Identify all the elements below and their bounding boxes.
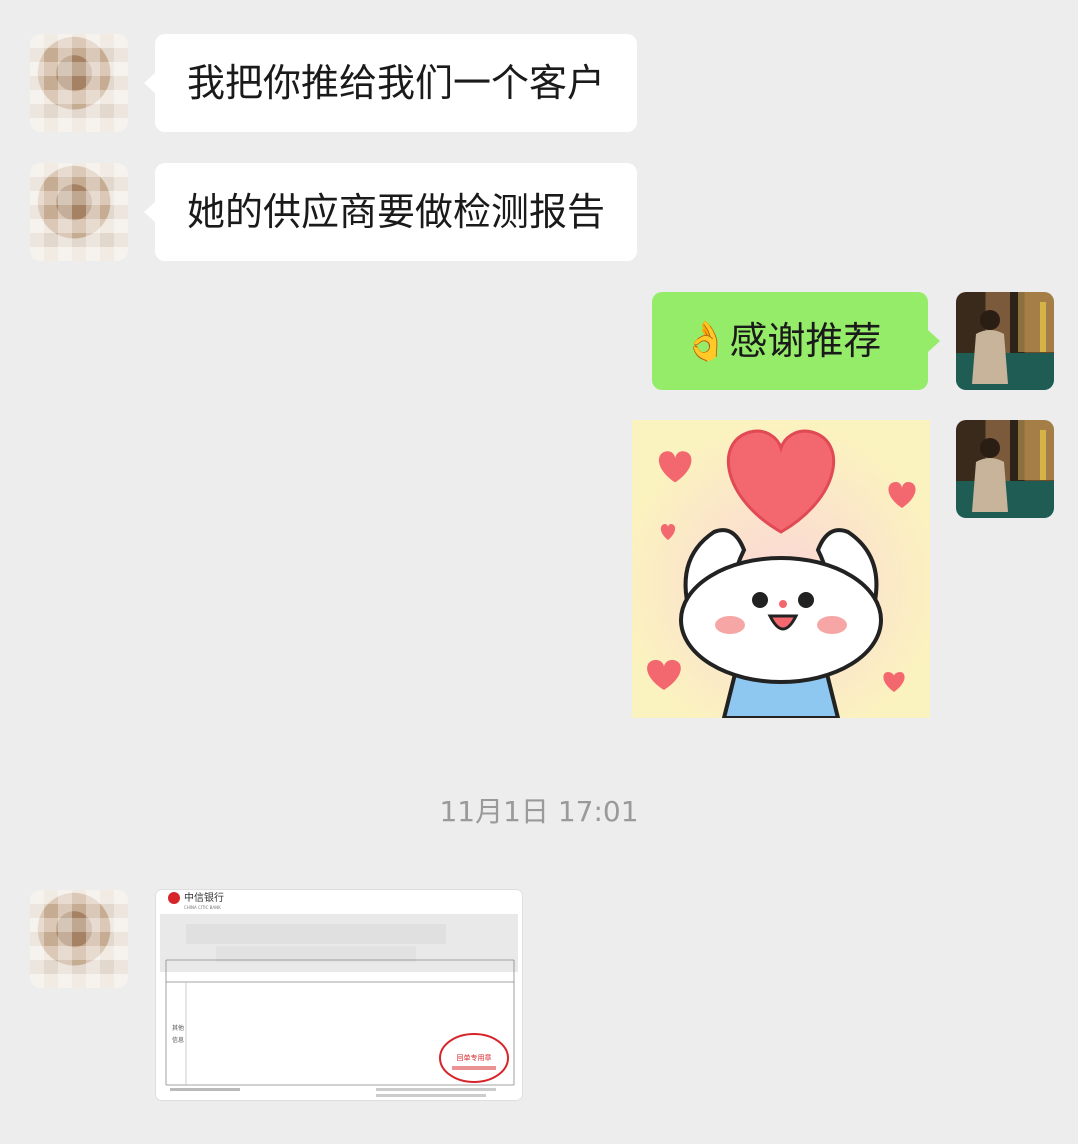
message-text: 感谢推荐	[729, 319, 882, 363]
ok-hand-emoji-icon: 👌	[682, 319, 730, 363]
my-avatar[interactable]	[956, 292, 1054, 390]
field-label: 其他	[172, 1024, 184, 1032]
bank-name-en-label: CHINA CITIC BANK	[184, 905, 221, 910]
contact-avatar[interactable]	[30, 163, 128, 261]
message-text: 她的供应商要做检测报告	[187, 190, 606, 234]
receipt-document: 中信银行 CHINA CITIC BANK 其他 信息 回单专用章	[156, 890, 522, 1100]
bubble-tail	[928, 330, 940, 352]
bank-receipt-image[interactable]: 中信银行 CHINA CITIC BANK 其他 信息 回单专用章	[156, 890, 522, 1100]
person-photo-icon	[972, 420, 1054, 512]
my-avatar[interactable]	[956, 420, 1054, 518]
contact-avatar[interactable]	[30, 34, 128, 132]
message-text: 我把你推给我们一个客户	[187, 61, 606, 105]
sticker-image[interactable]	[632, 420, 930, 718]
field-label: 信息	[172, 1036, 184, 1044]
person-photo-icon	[972, 292, 1054, 384]
chat-timestamp: 11月1日 17:01	[439, 795, 639, 828]
contact-avatar[interactable]	[30, 890, 128, 988]
heart-bunny-sticker-icon	[632, 420, 930, 718]
outgoing-message-bubble[interactable]: 👌感谢推荐	[652, 292, 928, 390]
incoming-message-bubble[interactable]: 她的供应商要做检测报告	[155, 163, 638, 261]
bank-name-label: 中信银行	[184, 891, 224, 904]
incoming-message-bubble[interactable]: 我把你推给我们一个客户	[155, 34, 638, 132]
stamp-text: 回单专用章	[457, 1053, 492, 1062]
